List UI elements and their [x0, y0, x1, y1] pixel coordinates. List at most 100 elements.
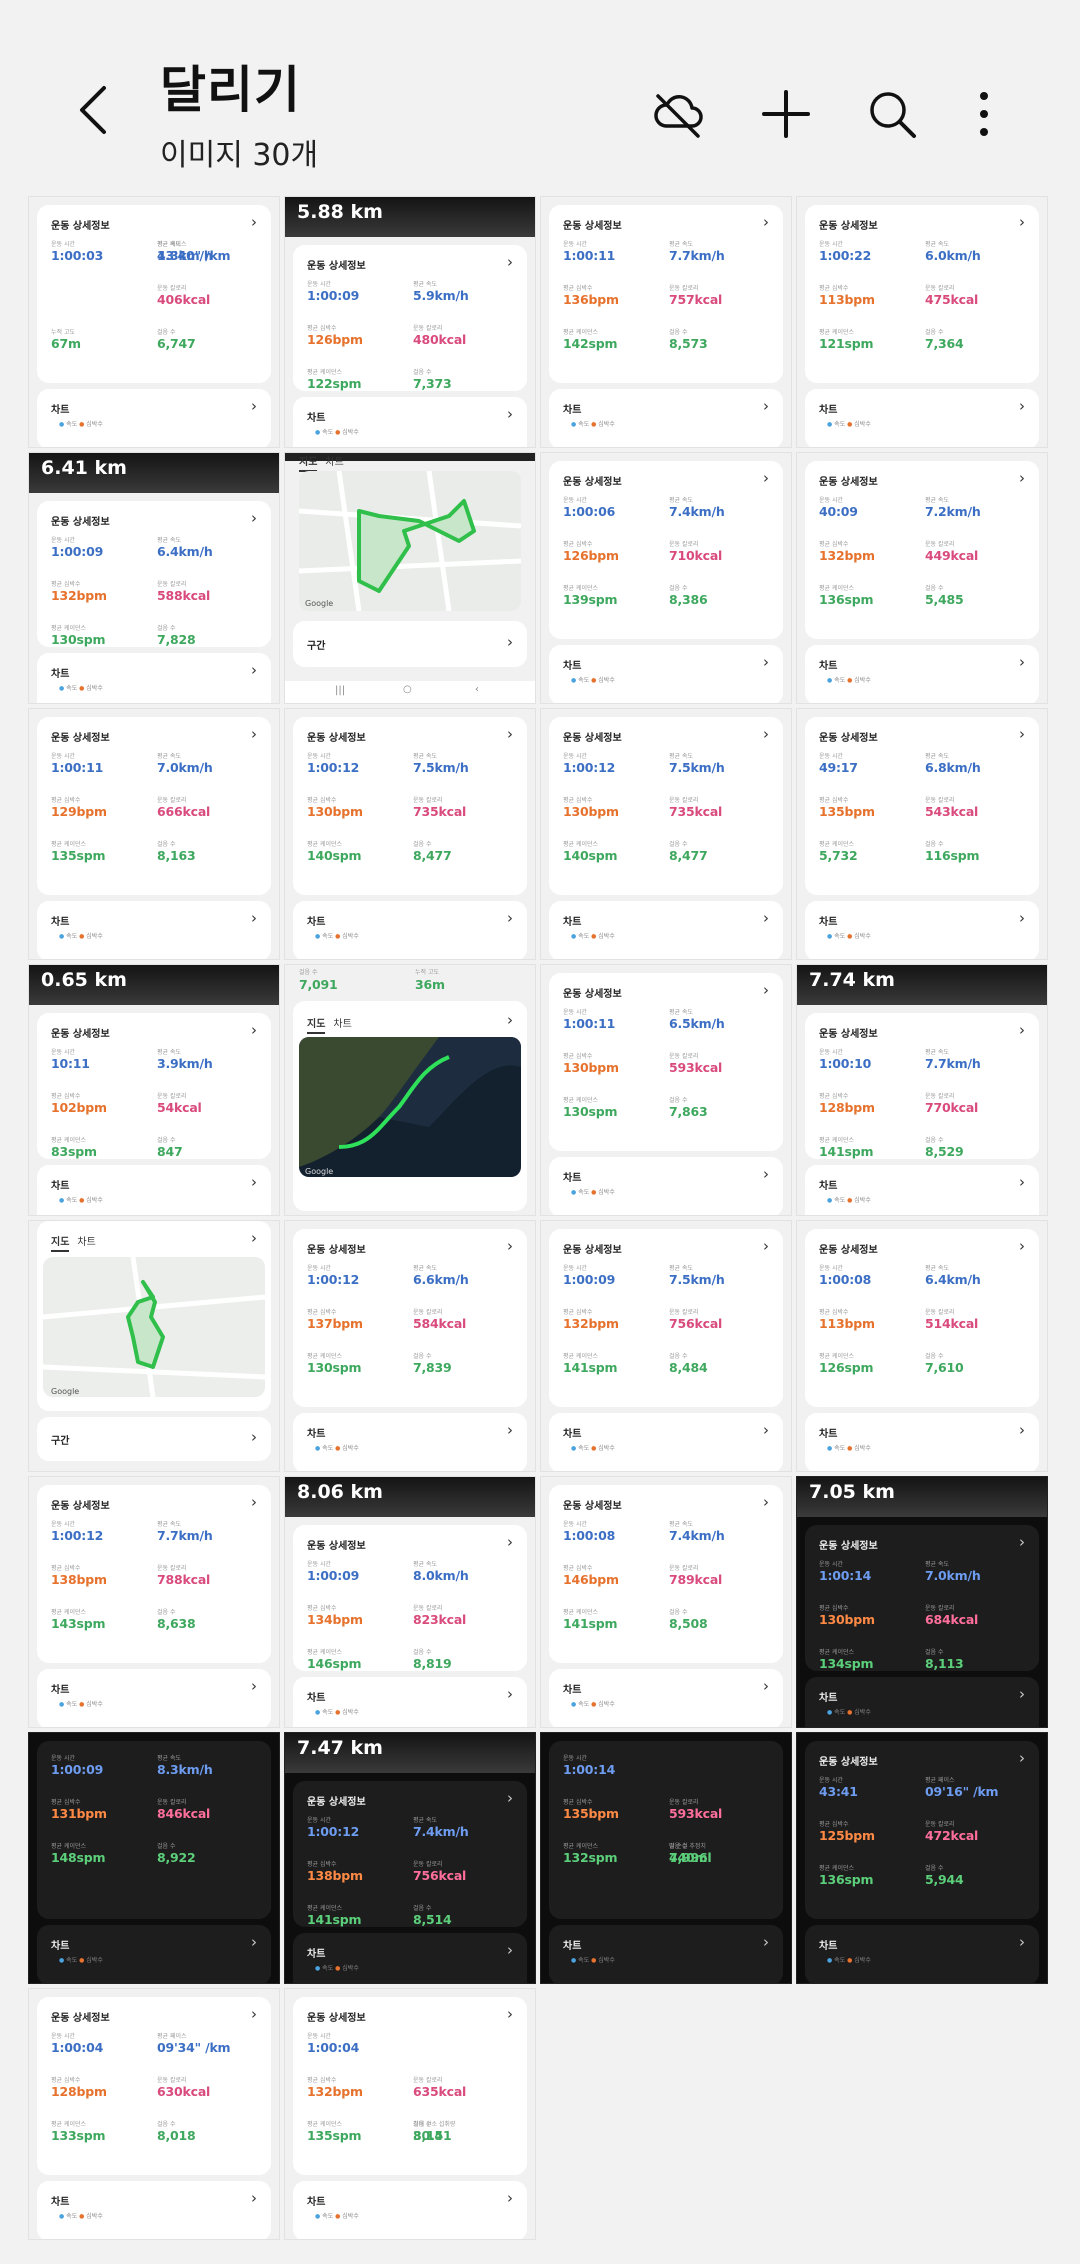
- tab-map[interactable]: 지도: [51, 1237, 70, 1252]
- map-card[interactable]: 지도 차트 › Google: [37, 1221, 271, 1411]
- back-arrow-icon[interactable]: [70, 82, 120, 138]
- detail-card[interactable]: 운동 상세정보 › 운동 시간 1:00:10 평균 속도 7.7km/h 평균 심박수 12…: [805, 1013, 1039, 1159]
- thumbnail[interactable]: 5.88 km 운동 상세정보 › 운동 시간 1:00:09 평균 속도 5.9km/h 평…: [284, 196, 536, 448]
- detail-card[interactable]: 운동 상세정보 › 운동 시간 1:00:22 평균 속도 6.0km/h 평균 심박수 11…: [805, 205, 1039, 383]
- chart-card[interactable]: 차트 › ● 속도 ● 심박수: [549, 389, 783, 447]
- detail-card[interactable]: 운동 상세정보 › 운동 시간 1:00:09 평균 속도 7.5km/h 평균 심박수 13…: [549, 1229, 783, 1407]
- thumbnail[interactable]: 운동 상세정보 › 운동 시간 1:00:11 평균 속도 7.0km/h 평균 심박수 12…: [28, 708, 280, 960]
- detail-card[interactable]: 운동 상세정보 › 운동 시간 10:11 평균 속도 3.9km/h 평균 심박수 102b…: [37, 1013, 271, 1159]
- thumbnail[interactable]: 운동 상세정보 › 운동 시간 1:00:08 평균 속도 6.4km/h 평균 심박수 11…: [796, 1220, 1048, 1472]
- detail-card[interactable]: 운동 상세정보 › 운동 시간 1:00:12 평균 속도 7.7km/h 평균 심박수 13…: [37, 1485, 271, 1663]
- thumbnail[interactable]: 지도 차트 Google 구간 › ||| ○ ‹: [284, 452, 536, 704]
- detail-card[interactable]: 운동 상세정보 › 운동 시간 1:00:12 평균 속도 7.5km/h 평균 심박수 13…: [549, 717, 783, 895]
- detail-card[interactable]: 운동 상세정보 › 운동 시간 1:00:08 평균 속도 7.4km/h 평균 심박수 14…: [549, 1485, 783, 1663]
- more-vertical-icon[interactable]: [956, 86, 1012, 142]
- thumbnail[interactable]: 0.65 km 운동 상세정보 › 운동 시간 10:11 평균 속도 3.9km/h 평균 …: [28, 964, 280, 1216]
- chart-card[interactable]: 차트 › ● 속도 ● 심박수: [293, 1933, 527, 1983]
- thumbnail[interactable]: 7.74 km 운동 상세정보 › 운동 시간 1:00:10 평균 속도 7.7km/h 평…: [796, 964, 1048, 1216]
- chart-card[interactable]: 차트 › ● 속도 ● 심박수: [805, 389, 1039, 447]
- thumbnail[interactable]: 운동 시간 1:00:14 평균 심박수 135bpm 운동 칼로리 593kcal 평균 …: [540, 1732, 792, 1984]
- detail-card[interactable]: 운동 상세정보 › 운동 시간 1:00:06 평균 속도 7.4km/h 평균 심박수 12…: [549, 461, 783, 639]
- detail-card[interactable]: 운동 상세정보 › 운동 시간 1:00:03 평균 속도 4.3km/h 평균 페이스 13…: [37, 205, 271, 383]
- route-map[interactable]: [43, 1257, 265, 1397]
- chart-card[interactable]: 차트 › ● 속도 ● 심박수: [549, 645, 783, 703]
- detail-card[interactable]: 운동 상세정보 › 운동 시간 1:00:08 평균 속도 6.4km/h 평균 심박수 11…: [805, 1229, 1039, 1407]
- thumbnail[interactable]: 운동 상세정보 › 운동 시간 1:00:09 평균 속도 7.5km/h 평균 심박수 13…: [540, 1220, 792, 1472]
- thumbnail[interactable]: 운동 시간 1:00:09 평균 속도 8.3km/h 평균 심박수 131bpm 운동 칼…: [28, 1732, 280, 1984]
- chart-card[interactable]: 차트 › ● 속도 ● 심박수: [293, 1677, 527, 1727]
- thumbnail[interactable]: 운동 상세정보 › 운동 시간 1:00:12 평균 속도 7.5km/h 평균 심박수 13…: [540, 708, 792, 960]
- detail-card[interactable]: 운동 상세정보 › 운동 시간 1:00:12 평균 속도 6.6km/h 평균 심박수 13…: [293, 1229, 527, 1407]
- cloud-off-icon[interactable]: [650, 86, 706, 142]
- chart-card[interactable]: 차트 › ● 속도 ● 심박수: [549, 1669, 783, 1727]
- thumbnail[interactable]: 운동 상세정보 › 운동 시간 43:41 평균 페이스 09'16" /km 평균 심박수…: [796, 1732, 1048, 1984]
- thumbnail[interactable]: 운동 상세정보 › 운동 시간 1:00:12 평균 속도 7.5km/h 평균 심박수 13…: [284, 708, 536, 960]
- chart-card[interactable]: 차트 › ● 속도 ● 심박수: [805, 901, 1039, 959]
- tab-chart[interactable]: 차트: [325, 457, 343, 468]
- thumbnail[interactable]: 운동 상세정보 › 운동 시간 1:00:12 평균 속도 6.6km/h 평균 심박수 13…: [284, 1220, 536, 1472]
- chart-card[interactable]: 차트 › ● 속도 ● 심박수: [293, 901, 527, 959]
- detail-card[interactable]: 운동 상세정보 › 운동 시간 49:17 평균 속도 6.8km/h 평균 심박수 135b…: [805, 717, 1039, 895]
- thumbnail[interactable]: 운동 상세정보 › 운동 시간 1:00:11 평균 속도 6.5km/h 평균 심박수 13…: [540, 964, 792, 1216]
- thumbnail[interactable]: 7.05 km 운동 상세정보 › 운동 시간 1:00:14 평균 속도 7.0km/h 평…: [796, 1476, 1048, 1728]
- map-chart-tabs[interactable]: 지도 차트: [307, 1015, 352, 1034]
- chart-card[interactable]: 차트 › ● 속도 ● 심박수: [549, 1157, 783, 1215]
- thumbnail[interactable]: 운동 상세정보 › 운동 시간 1:00:12 평균 속도 7.7km/h 평균 심박수 13…: [28, 1476, 280, 1728]
- chart-card[interactable]: 차트 › ● 속도 ● 심박수: [37, 653, 271, 703]
- thumbnail[interactable]: 운동 상세정보 › 운동 시간 1:00:04 평균 페이스 09'34" /km 평균 심…: [28, 1988, 280, 2240]
- thumbnail[interactable]: 운동 상세정보 › 운동 시간 1:00:11 평균 속도 7.7km/h 평균 심박수 13…: [540, 196, 792, 448]
- chart-card[interactable]: 차트 › ● 속도 ● 심박수: [805, 1677, 1039, 1727]
- chart-card[interactable]: 차트 › ● 속도 ● 심박수: [37, 1925, 271, 1983]
- detail-card[interactable]: 운동 시간 1:00:14 평균 심박수 135bpm 운동 칼로리 593kcal 평균 …: [549, 1741, 783, 1919]
- thumbnail[interactable]: 운동 상세정보 › 운동 시간 49:17 평균 속도 6.8km/h 평균 심박수 135b…: [796, 708, 1048, 960]
- chart-card[interactable]: 차트 › ● 속도 ● 심박수: [37, 901, 271, 959]
- chart-card[interactable]: 차트 › ● 속도 ● 심박수: [293, 2181, 527, 2239]
- detail-card[interactable]: 운동 상세정보 › 운동 시간 1:00:11 평균 속도 7.7km/h 평균 심박수 13…: [549, 205, 783, 383]
- detail-card[interactable]: 운동 상세정보 › 운동 시간 1:00:11 평균 속도 7.0km/h 평균 심박수 12…: [37, 717, 271, 895]
- thumbnail[interactable]: 지도 차트 › Google 구간 ›: [28, 1220, 280, 1472]
- thumbnail[interactable]: 걸음 수 7,091 누적 고도 36m 지도 차트 › Google: [284, 964, 536, 1216]
- tab-map[interactable]: 지도: [307, 1019, 326, 1034]
- chart-card[interactable]: 차트 › ● 속도 ● 심박수: [37, 1669, 271, 1727]
- detail-card[interactable]: 운동 상세정보 › 운동 시간 1:00:04 평균 심박수 132bpm 운동 칼로리 63…: [293, 1997, 527, 2175]
- search-icon[interactable]: [864, 86, 920, 142]
- section-card[interactable]: 구간 ›: [37, 1417, 271, 1461]
- thumbnail[interactable]: 운동 상세정보 › 운동 시간 1:00:04 평균 심박수 132bpm 운동 칼로리 63…: [284, 1988, 536, 2240]
- section-card[interactable]: 구간 ›: [293, 621, 527, 667]
- satellite-map[interactable]: [299, 1037, 521, 1177]
- chart-card[interactable]: 차트 › ● 속도 ● 심박수: [37, 389, 271, 447]
- chart-card[interactable]: 차트 › ● 속도 ● 심박수: [37, 1165, 271, 1215]
- thumbnail[interactable]: 운동 상세정보 › 운동 시간 1:00:08 평균 속도 7.4km/h 평균 심박수 14…: [540, 1476, 792, 1728]
- detail-card[interactable]: 운동 상세정보 › 운동 시간 1:00:09 평균 속도 5.9km/h 평균 심박수 12…: [293, 245, 527, 391]
- detail-card[interactable]: 운동 상세정보 › 운동 시간 1:00:09 평균 속도 8.0km/h 평균 심박수 13…: [293, 1525, 527, 1671]
- thumbnail[interactable]: 운동 상세정보 › 운동 시간 1:00:03 평균 속도 4.3km/h 평균 페이스 13…: [28, 196, 280, 448]
- thumbnail[interactable]: 8.06 km 운동 상세정보 › 운동 시간 1:00:09 평균 속도 8.0km/h 평…: [284, 1476, 536, 1728]
- chart-card[interactable]: 차트 › ● 속도 ● 심박수: [293, 1413, 527, 1471]
- route-map[interactable]: [299, 471, 521, 611]
- chart-card[interactable]: 차트 › ● 속도 ● 심박수: [549, 1925, 783, 1983]
- detail-card[interactable]: 운동 상세정보 › 운동 시간 43:41 평균 페이스 09'16" /km 평균 심박수…: [805, 1741, 1039, 1919]
- tab-chart[interactable]: 차트: [333, 1019, 351, 1030]
- chart-card[interactable]: 차트 › ● 속도 ● 심박수: [549, 901, 783, 959]
- detail-card[interactable]: 운동 상세정보 › 운동 시간 1:00:12 평균 속도 7.5km/h 평균 심박수 13…: [293, 717, 527, 895]
- tab-chart[interactable]: 차트: [77, 1237, 95, 1248]
- chart-card[interactable]: 차트 › ● 속도 ● 심박수: [805, 1925, 1039, 1983]
- tab-map[interactable]: 지도: [299, 457, 318, 472]
- detail-card[interactable]: 운동 상세정보 › 운동 시간 1:00:04 평균 페이스 09'34" /km 평균 심…: [37, 1997, 271, 2175]
- chart-card[interactable]: 차트 › ● 속도 ● 심박수: [805, 1413, 1039, 1471]
- chart-card[interactable]: 차트 › ● 속도 ● 심박수: [549, 1413, 783, 1471]
- chart-card[interactable]: 차트 › ● 속도 ● 심박수: [293, 397, 527, 447]
- thumbnail[interactable]: 운동 상세정보 › 운동 시간 1:00:06 평균 속도 7.4km/h 평균 심박수 12…: [540, 452, 792, 704]
- chart-card[interactable]: 차트 › ● 속도 ● 심박수: [805, 645, 1039, 703]
- thumbnail[interactable]: 7.47 km 운동 상세정보 › 운동 시간 1:00:12 평균 속도 7.4km/h 평…: [284, 1732, 536, 1984]
- thumbnail[interactable]: 운동 상세정보 › 운동 시간 1:00:22 평균 속도 6.0km/h 평균 심박수 11…: [796, 196, 1048, 448]
- chart-card[interactable]: 차트 › ● 속도 ● 심박수: [37, 2181, 271, 2239]
- detail-card[interactable]: 운동 시간 1:00:09 평균 속도 8.3km/h 평균 심박수 131bpm 운동 칼…: [37, 1741, 271, 1919]
- chart-card[interactable]: 차트 › ● 속도 ● 심박수: [805, 1165, 1039, 1215]
- map-chart-tabs[interactable]: 지도 차트: [51, 1233, 96, 1252]
- thumbnail[interactable]: 6.41 km 운동 상세정보 › 운동 시간 1:00:09 평균 속도 6.4km/h 평…: [28, 452, 280, 704]
- detail-card[interactable]: 운동 상세정보 › 운동 시간 1:00:09 평균 속도 6.4km/h 평균 심박수 13…: [37, 501, 271, 647]
- plus-icon[interactable]: [758, 86, 814, 142]
- detail-card[interactable]: 운동 상세정보 › 운동 시간 40:09 평균 속도 7.2km/h 평균 심박수 132b…: [805, 461, 1039, 639]
- map-chart-tabs[interactable]: 지도 차트: [299, 453, 344, 472]
